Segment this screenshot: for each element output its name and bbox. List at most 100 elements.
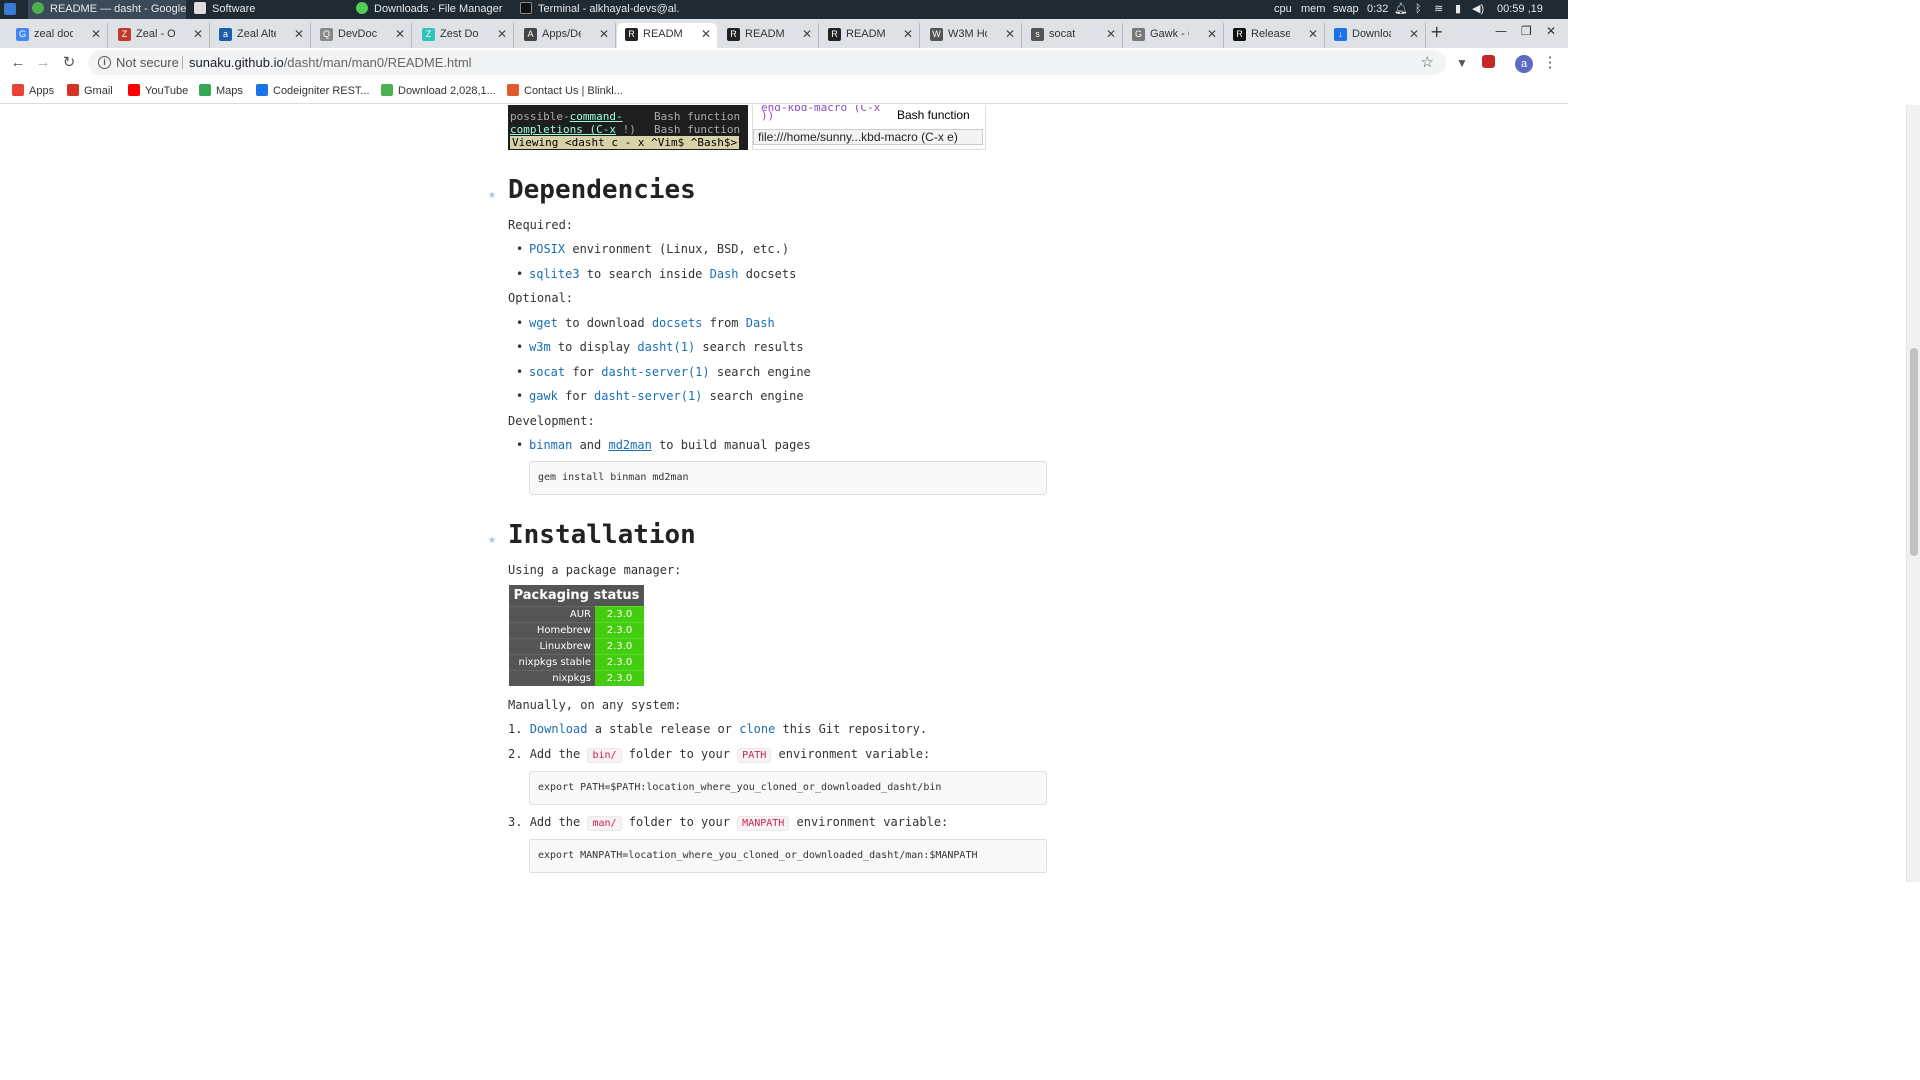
bookmark-star-icon[interactable]: ☆ — [1421, 50, 1434, 75]
tab-3[interactable]: Q DevDocs API ✕ — [312, 23, 412, 48]
clock[interactable]: 00:59 ,19 فبراير — [1497, 0, 1568, 34]
md2man-link[interactable]: md2man — [608, 438, 651, 452]
favicon-icon: W — [930, 28, 943, 41]
close-tab-icon[interactable]: ✕ — [599, 23, 609, 46]
forward-arrow-icon[interactable]: → — [33, 53, 53, 73]
back-arrow-icon[interactable]: ← — [8, 53, 28, 73]
taskbar-window-terminal[interactable]: Terminal - alkhayal-devs@al... — [520, 0, 680, 19]
divider — [182, 56, 183, 69]
dash-link[interactable]: Dash — [746, 316, 775, 330]
download-link[interactable]: Download — [530, 722, 588, 736]
close-tab-icon[interactable]: ✕ — [1106, 23, 1116, 46]
reload-icon[interactable]: ↻ — [59, 53, 79, 73]
page-scrollbar[interactable] — [1906, 105, 1920, 882]
tab-label: README - dasht — [643, 28, 683, 40]
dependencies-heading: Dependencies — [508, 175, 696, 205]
tab-4[interactable]: Z Zest Documentation ✕ — [414, 23, 514, 48]
tab-8[interactable]: R README - dasht ✕ — [820, 23, 920, 48]
mem-monitor[interactable]: mem — [1301, 0, 1325, 19]
bookmark-label: YouTube — [145, 85, 189, 97]
start-menu-icon[interactable] — [4, 0, 18, 19]
bookmark-6[interactable]: Contact Us | Blinkl... — [507, 82, 623, 100]
code-block[interactable]: gem install binman md2man — [529, 461, 1047, 495]
dash-link[interactable]: Dash — [710, 267, 739, 281]
taskbar-window-software[interactable]: Software — [192, 0, 342, 19]
dasht-server-link[interactable]: dasht-server(1) — [601, 365, 709, 379]
tab-11[interactable]: G Gawk - GNU ✕ — [1124, 23, 1224, 48]
notification-bell-icon[interactable]: 🔔︎ — [1394, 0, 1408, 19]
address-bar[interactable]: i Not secure sunaku.github.io/dasht/man/… — [88, 50, 1446, 75]
clone-link[interactable]: clone — [739, 722, 775, 736]
posix-link[interactable]: POSIX — [529, 242, 565, 256]
close-tab-icon[interactable]: ✕ — [294, 23, 304, 46]
close-tab-icon[interactable]: ✕ — [1207, 23, 1217, 46]
close-tab-icon[interactable]: ✕ — [193, 23, 203, 46]
extension-icon[interactable]: ▼ — [1452, 53, 1472, 73]
volume-icon[interactable]: ◀) — [1472, 0, 1484, 19]
swap-monitor[interactable]: swap — [1333, 0, 1359, 19]
close-tab-icon[interactable]: ✕ — [1005, 23, 1015, 46]
restore-button[interactable]: ❐ — [1521, 24, 1532, 38]
packaging-status-badge[interactable]: Packaging status AUR 2.3.0 Homebrew 2.3.0 Li… — [509, 585, 644, 700]
taskbar-window-file-manager[interactable]: Downloads - File Manager — [356, 0, 508, 19]
code-block[interactable]: export PATH=$PATH:location_where_you_clo… — [529, 771, 1047, 805]
tab-0[interactable]: Gzeal documentation ✕ — [8, 23, 108, 48]
bookmark-4[interactable]: Codeigniter REST... — [256, 82, 370, 100]
new-tab-button[interactable]: + — [1430, 22, 1443, 41]
close-window-button[interactable]: ✕ — [1546, 24, 1556, 38]
tab-13[interactable]: ↓ Downloads ✕ — [1326, 23, 1426, 48]
dasht-man-link[interactable]: dasht(1) — [637, 340, 695, 354]
url-text[interactable]: sunaku.github.io/dasht/man/man0/README.h… — [189, 50, 472, 75]
bluetooth-icon[interactable]: ᛒ — [1415, 0, 1422, 19]
dasht-server-link[interactable]: dasht-server(1) — [594, 389, 702, 403]
close-tab-icon[interactable]: ✕ — [497, 23, 507, 46]
anchor-star-icon[interactable]: ★ — [488, 187, 496, 202]
taskbar-window-chrome[interactable]: README — dasht - Google ... — [28, 0, 186, 19]
tab-12[interactable]: R Release v2.3.0 ✕ — [1225, 23, 1325, 48]
close-tab-icon[interactable]: ✕ — [802, 23, 812, 46]
menu-dots-icon[interactable]: ⋮ — [1540, 53, 1560, 73]
favicon-icon: R — [625, 28, 638, 41]
binman-link[interactable]: binman — [529, 438, 572, 452]
sqlite3-link[interactable]: sqlite3 — [529, 267, 580, 281]
package-row: AUR 2.3.0 — [509, 606, 644, 622]
favicon-icon: Q — [320, 28, 333, 41]
tab-2[interactable]: a Zeal Alternatives ✕ — [211, 23, 311, 48]
scrollbar-thumb[interactable] — [1910, 348, 1918, 556]
close-tab-icon[interactable]: ✕ — [903, 23, 913, 46]
bookmark-2[interactable]: YouTube — [128, 82, 188, 100]
tab-10[interactable]: s socat ✕ — [1023, 23, 1123, 48]
cpu-monitor[interactable]: cpu — [1274, 0, 1292, 19]
close-tab-icon[interactable]: ✕ — [701, 23, 711, 46]
bookmark-label: Codeigniter REST... — [273, 85, 370, 97]
close-tab-icon[interactable]: ✕ — [1409, 23, 1419, 46]
bookmark-0[interactable]: Apps — [12, 82, 54, 100]
tab-9[interactable]: W W3M Homepage ✕ — [922, 23, 1022, 48]
installation-heading: Installation — [508, 520, 696, 550]
close-tab-icon[interactable]: ✕ — [395, 23, 405, 46]
battery-icon[interactable]: ▮ — [1455, 0, 1461, 19]
anchor-star-icon[interactable]: ★ — [488, 532, 496, 547]
code-block[interactable]: export MANPATH=location_where_you_cloned… — [529, 839, 1047, 873]
info-icon[interactable]: i — [98, 56, 111, 69]
tab-6[interactable]: R README - dasht ✕ — [617, 23, 717, 48]
close-tab-icon[interactable]: ✕ — [91, 23, 101, 46]
extension-red-icon[interactable] — [1478, 53, 1498, 73]
tab-7[interactable]: R README - dasht ✕ — [719, 23, 819, 48]
docsets-link[interactable]: docsets — [652, 316, 703, 330]
socat-link[interactable]: socat — [529, 365, 565, 379]
bookmark-3[interactable]: Maps — [199, 82, 243, 100]
tab-5[interactable]: A Apps/Devi ✕ — [516, 23, 616, 48]
gawk-link[interactable]: gawk — [529, 389, 558, 403]
wifi-icon[interactable]: ≋ — [1434, 0, 1443, 19]
w3m-link[interactable]: w3m — [529, 340, 551, 354]
minimize-button[interactable]: — — [1495, 24, 1507, 38]
close-tab-icon[interactable]: ✕ — [1308, 23, 1318, 46]
favicon-icon: R — [727, 28, 740, 41]
bookmark-5[interactable]: Download 2,028,1... — [381, 82, 496, 100]
inline-code: man/ — [587, 816, 622, 831]
bookmark-1[interactable]: Gmail — [67, 82, 113, 100]
wget-link[interactable]: wget — [529, 316, 558, 330]
profile-avatar[interactable]: a — [1514, 53, 1534, 73]
tab-1[interactable]: Z Zeal - Offline ✕ — [110, 23, 210, 48]
